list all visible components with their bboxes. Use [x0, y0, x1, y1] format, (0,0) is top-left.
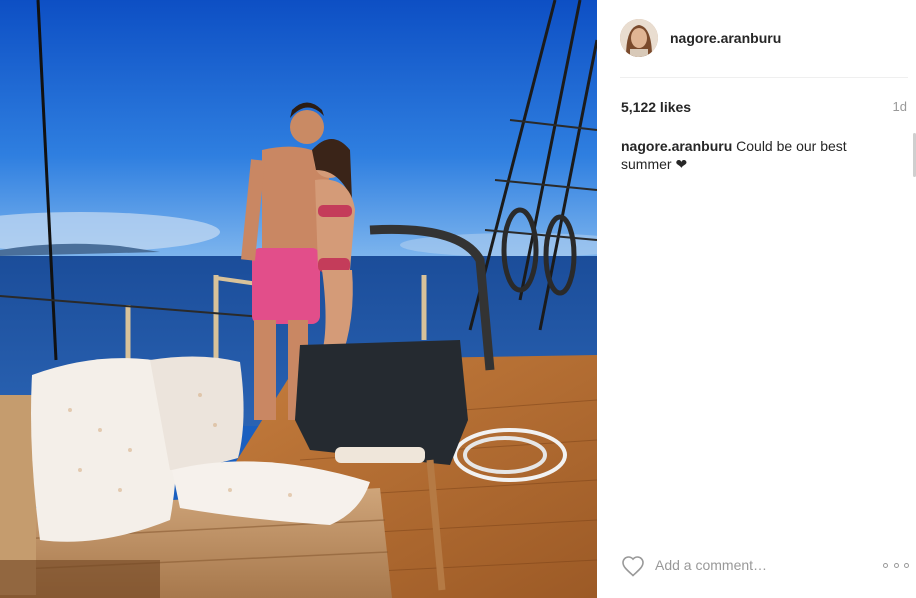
more-dot	[883, 562, 888, 568]
heart-outline-icon[interactable]	[621, 555, 645, 577]
header-username[interactable]: nagore.aranburu	[670, 30, 781, 46]
comment-bar	[597, 548, 916, 582]
avatar[interactable]	[620, 19, 658, 57]
more-dot	[893, 562, 899, 568]
post-caption: nagore.aranburu Could be our best summer…	[621, 137, 891, 173]
likes-count[interactable]: 5,122 likes	[621, 99, 691, 115]
post-photo[interactable]	[0, 0, 597, 598]
post-side-panel: nagore.aranburu 5,122 likes 1d nagore.ar…	[597, 0, 916, 598]
more-options-icon[interactable]	[883, 558, 909, 572]
photo-image	[0, 0, 597, 598]
post-timestamp[interactable]: 1d	[893, 99, 907, 114]
header-divider	[620, 77, 908, 78]
comment-input[interactable]	[655, 554, 855, 576]
more-dot	[904, 562, 909, 568]
post-header: nagore.aranburu	[597, 0, 916, 78]
caption-username[interactable]: nagore.aranburu	[621, 138, 732, 154]
